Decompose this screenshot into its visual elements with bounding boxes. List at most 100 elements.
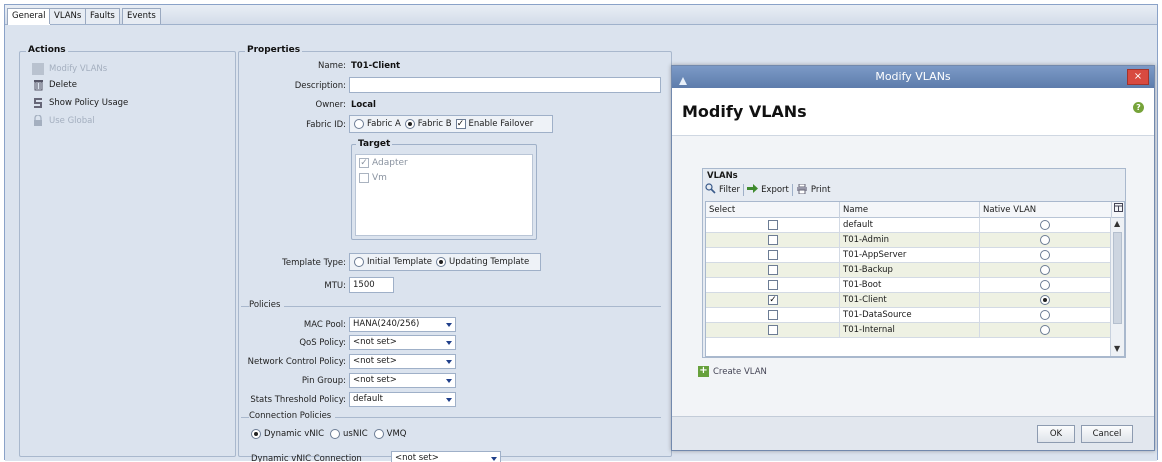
dynamic-vnic-label: Dynamic vNIC — [264, 429, 325, 439]
ok-button[interactable]: OK — [1037, 425, 1075, 443]
description-field[interactable] — [349, 77, 661, 93]
target-title: Target — [356, 139, 393, 149]
enable-failover-option[interactable]: ✓ Enable Failover — [455, 119, 534, 129]
native-vlan-radio[interactable] — [1040, 295, 1050, 305]
mac-pool-value: HANA(240/256) — [353, 319, 420, 329]
cancel-button[interactable]: Cancel — [1081, 425, 1133, 443]
select-column-header[interactable]: Select — [706, 202, 840, 218]
chevron-down-icon[interactable] — [488, 453, 499, 462]
table-row[interactable]: ✓ T01-Client — [706, 293, 1112, 308]
row-select-checkbox[interactable] — [768, 250, 778, 260]
modify-vlans-action[interactable]: Modify VLANs — [32, 61, 107, 77]
filter-button[interactable]: Filter — [705, 183, 740, 197]
column-chooser-icon[interactable] — [1112, 202, 1124, 218]
print-button[interactable]: Print — [796, 183, 830, 197]
printer-icon — [796, 183, 808, 197]
scroll-up-icon[interactable]: ▲ — [1114, 219, 1120, 228]
native-vlan-radio[interactable] — [1040, 310, 1050, 320]
updating-template-label: Updating Template — [449, 257, 530, 267]
updating-template-radio[interactable] — [436, 257, 447, 267]
tab-general[interactable]: General — [7, 8, 51, 25]
vlan-name-cell: T01-Client — [840, 293, 980, 308]
create-vlan-link[interactable]: + Create VLAN — [698, 366, 767, 377]
dialog-titlebar[interactable]: Modify VLANs × — [672, 66, 1154, 88]
row-select-checkbox[interactable] — [768, 235, 778, 245]
close-button[interactable]: × — [1127, 69, 1149, 85]
vlan-name-cell: T01-AppServer — [840, 248, 980, 263]
action-label: Delete — [49, 80, 77, 90]
native-vlan-radio[interactable] — [1040, 250, 1050, 260]
table-row[interactable]: T01-DataSource — [706, 308, 1112, 323]
updating-template-option[interactable]: Updating Template — [436, 257, 529, 267]
dynamic-vnic-connection-policy-select[interactable]: <not set> — [391, 451, 501, 462]
fabric-b-option[interactable]: Fabric B — [404, 119, 452, 129]
row-select-checkbox[interactable] — [768, 280, 778, 290]
native-vlan-radio[interactable] — [1040, 220, 1050, 230]
native-vlan-column-header[interactable]: Native VLAN — [980, 202, 1112, 218]
row-select-checkbox[interactable]: ✓ — [768, 295, 778, 305]
dialog-footer: OK Cancel — [672, 416, 1154, 450]
fabric-a-option[interactable]: Fabric A — [354, 119, 401, 129]
export-button[interactable]: Export — [747, 184, 789, 196]
chevron-down-icon[interactable] — [443, 337, 454, 348]
adapter-checkbox[interactable]: ✓ — [359, 158, 369, 168]
chevron-down-icon[interactable] — [443, 319, 454, 330]
target-group: Target ✓ Adapter Vm — [351, 139, 537, 240]
help-icon[interactable]: ? — [1133, 102, 1144, 113]
vmq-radio[interactable] — [373, 429, 384, 439]
vmq-option[interactable]: VMQ — [373, 429, 407, 439]
chevron-down-icon[interactable] — [443, 394, 454, 405]
dynamic-vnic-option[interactable]: Dynamic vNIC — [251, 429, 324, 439]
row-select-checkbox[interactable] — [768, 220, 778, 230]
tab-vlans[interactable]: VLANs — [49, 8, 87, 24]
mac-pool-select[interactable]: HANA(240/256) — [349, 317, 456, 332]
enable-failover-checkbox[interactable]: ✓ — [455, 119, 466, 129]
qos-policy-select[interactable]: <not set> — [349, 335, 456, 350]
native-vlan-radio[interactable] — [1040, 265, 1050, 275]
scroll-down-icon[interactable]: ▼ — [1114, 344, 1120, 353]
show-policy-usage-action[interactable]: Show Policy Usage — [32, 95, 128, 111]
delete-action[interactable]: Delete — [32, 77, 77, 93]
initial-template-radio[interactable] — [354, 257, 364, 267]
chevron-down-icon[interactable] — [443, 356, 454, 367]
stats-threshold-policy-value: default — [353, 394, 383, 404]
usnic-option[interactable]: usNIC — [330, 429, 368, 439]
vm-label: Vm — [372, 173, 387, 183]
table-row[interactable]: T01-Admin — [706, 233, 1112, 248]
native-vlan-radio[interactable] — [1040, 280, 1050, 290]
stats-threshold-policy-select[interactable]: default — [349, 392, 456, 407]
table-row[interactable]: T01-Backup — [706, 263, 1112, 278]
row-select-checkbox[interactable] — [768, 325, 778, 335]
use-global-action[interactable]: Use Global — [32, 113, 95, 129]
fabric-b-radio[interactable] — [404, 119, 415, 129]
target-vm[interactable]: Vm — [359, 173, 387, 183]
row-select-checkbox[interactable] — [768, 265, 778, 275]
vlan-name-cell: T01-Boot — [840, 278, 980, 293]
scrollbar-thumb[interactable] — [1113, 232, 1122, 324]
table-row[interactable]: T01-Internal — [706, 323, 1112, 338]
name-column-header[interactable]: Name — [840, 202, 980, 218]
table-row[interactable]: T01-Boot — [706, 278, 1112, 293]
initial-template-option[interactable]: Initial Template — [354, 257, 432, 267]
table-row[interactable]: T01-AppServer — [706, 248, 1112, 263]
tab-events[interactable]: Events — [122, 8, 161, 24]
dynamic-vnic-radio[interactable] — [251, 429, 261, 439]
target-adapter[interactable]: ✓ Adapter — [359, 158, 408, 168]
tab-faults[interactable]: Faults — [85, 8, 120, 24]
table-row[interactable]: default — [706, 218, 1112, 233]
pin-group-select[interactable]: <not set> — [349, 373, 456, 388]
chevron-down-icon[interactable] — [443, 375, 454, 386]
dynamic-vnic-connection-policy-label: Dynamic vNIC Connection Policy: — [251, 454, 362, 462]
fabric-a-radio[interactable] — [354, 119, 364, 129]
vm-checkbox[interactable] — [359, 173, 369, 183]
row-select-checkbox[interactable] — [768, 310, 778, 320]
usnic-radio[interactable] — [330, 429, 341, 439]
native-vlan-radio[interactable] — [1040, 235, 1050, 245]
enable-failover-label: Enable Failover — [468, 119, 534, 129]
native-vlan-radio[interactable] — [1040, 325, 1050, 335]
template-type-group: Initial Template Updating Template — [349, 253, 541, 271]
mtu-field[interactable]: 1500 — [349, 277, 394, 293]
network-control-policy-select[interactable]: <not set> — [349, 354, 456, 369]
table-scrollbar[interactable]: ▲ ▼ — [1110, 218, 1124, 356]
native-vlan-cell — [980, 218, 1112, 233]
